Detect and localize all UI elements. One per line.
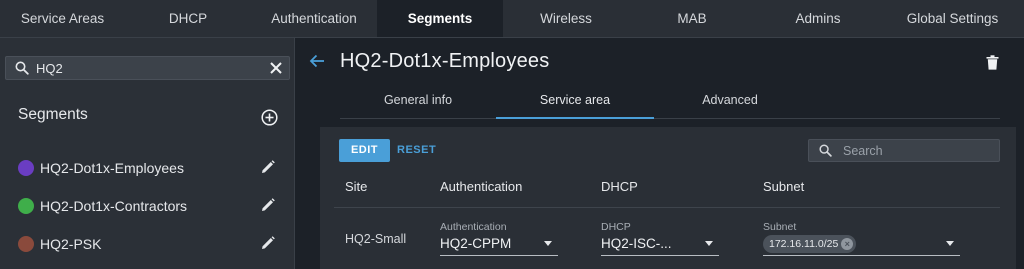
- segment-item[interactable]: HQ2-Dot1x-Employees: [0, 150, 294, 186]
- tab-wireless[interactable]: Wireless: [503, 0, 629, 38]
- sidebar: Segments HQ2-Dot1x-Employees HQ2-Dot1x-C…: [0, 38, 295, 269]
- table-divider: [334, 207, 1000, 208]
- back-arrow-icon[interactable]: [309, 53, 325, 69]
- segment-item[interactable]: HQ2-Dot1x-Contractors: [0, 188, 294, 224]
- column-header-authentication: Authentication: [440, 179, 523, 194]
- segment-color-dot: [18, 160, 34, 176]
- segment-item[interactable]: HQ2-PSK: [0, 226, 294, 262]
- panel-search[interactable]: [808, 139, 1000, 162]
- search-icon: [15, 61, 29, 75]
- top-nav: Service Areas DHCP Authentication Segmen…: [0, 0, 1024, 38]
- add-circle-icon[interactable]: [261, 109, 278, 126]
- sidebar-search-input[interactable]: [36, 59, 256, 77]
- authentication-select[interactable]: Authentication HQ2-CPPM: [440, 221, 558, 256]
- subnet-select[interactable]: Subnet 172.16.11.0/25 ×: [763, 221, 960, 256]
- segment-name: HQ2-PSK: [40, 236, 102, 252]
- tab-segments[interactable]: Segments: [377, 0, 503, 38]
- tab-general-info[interactable]: General info: [340, 86, 496, 119]
- service-area-panel: EDIT RESET Site Authentication DHCP Subn…: [320, 127, 1016, 269]
- subnet-chip[interactable]: 172.16.11.0/25 ×: [763, 235, 857, 253]
- segment-name: HQ2-Dot1x-Contractors: [40, 198, 188, 214]
- dhcp-select-label: DHCP: [601, 221, 631, 233]
- subnet-chip-label: 172.16.11.0/25: [769, 238, 839, 250]
- authentication-select-value: HQ2-CPPM: [440, 236, 512, 251]
- column-header-dhcp: DHCP: [601, 179, 638, 194]
- authentication-select-label: Authentication: [440, 221, 507, 233]
- dhcp-select[interactable]: DHCP HQ2-ISC-...: [601, 221, 719, 256]
- tab-admins[interactable]: Admins: [755, 0, 881, 38]
- tab-dhcp[interactable]: DHCP: [125, 0, 251, 38]
- search-icon: [819, 144, 832, 157]
- sidebar-search[interactable]: [5, 56, 290, 80]
- segment-name: HQ2-Dot1x-Employees: [40, 160, 184, 176]
- pencil-icon[interactable]: [261, 198, 275, 212]
- segment-color-dot: [18, 236, 34, 252]
- trash-icon[interactable]: [986, 55, 999, 70]
- close-icon[interactable]: [269, 61, 283, 75]
- dhcp-select-value: HQ2-ISC-...: [601, 236, 672, 251]
- tab-mab[interactable]: MAB: [629, 0, 755, 38]
- column-header-subnet: Subnet: [763, 179, 805, 194]
- sidebar-title: Segments: [18, 106, 88, 123]
- tab-service-area[interactable]: Service area: [496, 86, 654, 119]
- edit-button[interactable]: EDIT: [339, 139, 390, 162]
- chevron-down-icon: [705, 241, 713, 246]
- chip-remove-icon[interactable]: ×: [841, 238, 854, 250]
- tab-global-settings[interactable]: Global Settings: [881, 0, 1024, 38]
- segment-color-dot: [18, 198, 34, 214]
- subnet-select-label: Subnet: [763, 221, 797, 233]
- pencil-icon[interactable]: [261, 236, 275, 250]
- reset-button[interactable]: RESET: [397, 139, 436, 162]
- column-header-site: Site: [345, 179, 368, 194]
- tab-service-areas[interactable]: Service Areas: [0, 0, 125, 38]
- site-cell: HQ2-Small: [345, 232, 407, 246]
- tab-authentication[interactable]: Authentication: [251, 0, 377, 38]
- chevron-down-icon: [544, 241, 552, 246]
- sub-tabs: General info Service area Advanced: [340, 86, 1000, 119]
- chevron-down-icon: [946, 241, 954, 246]
- page-title: HQ2-Dot1x-Employees: [340, 50, 550, 72]
- panel-search-input[interactable]: [843, 142, 993, 159]
- tab-advanced[interactable]: Advanced: [654, 86, 806, 119]
- pencil-icon[interactable]: [261, 160, 275, 174]
